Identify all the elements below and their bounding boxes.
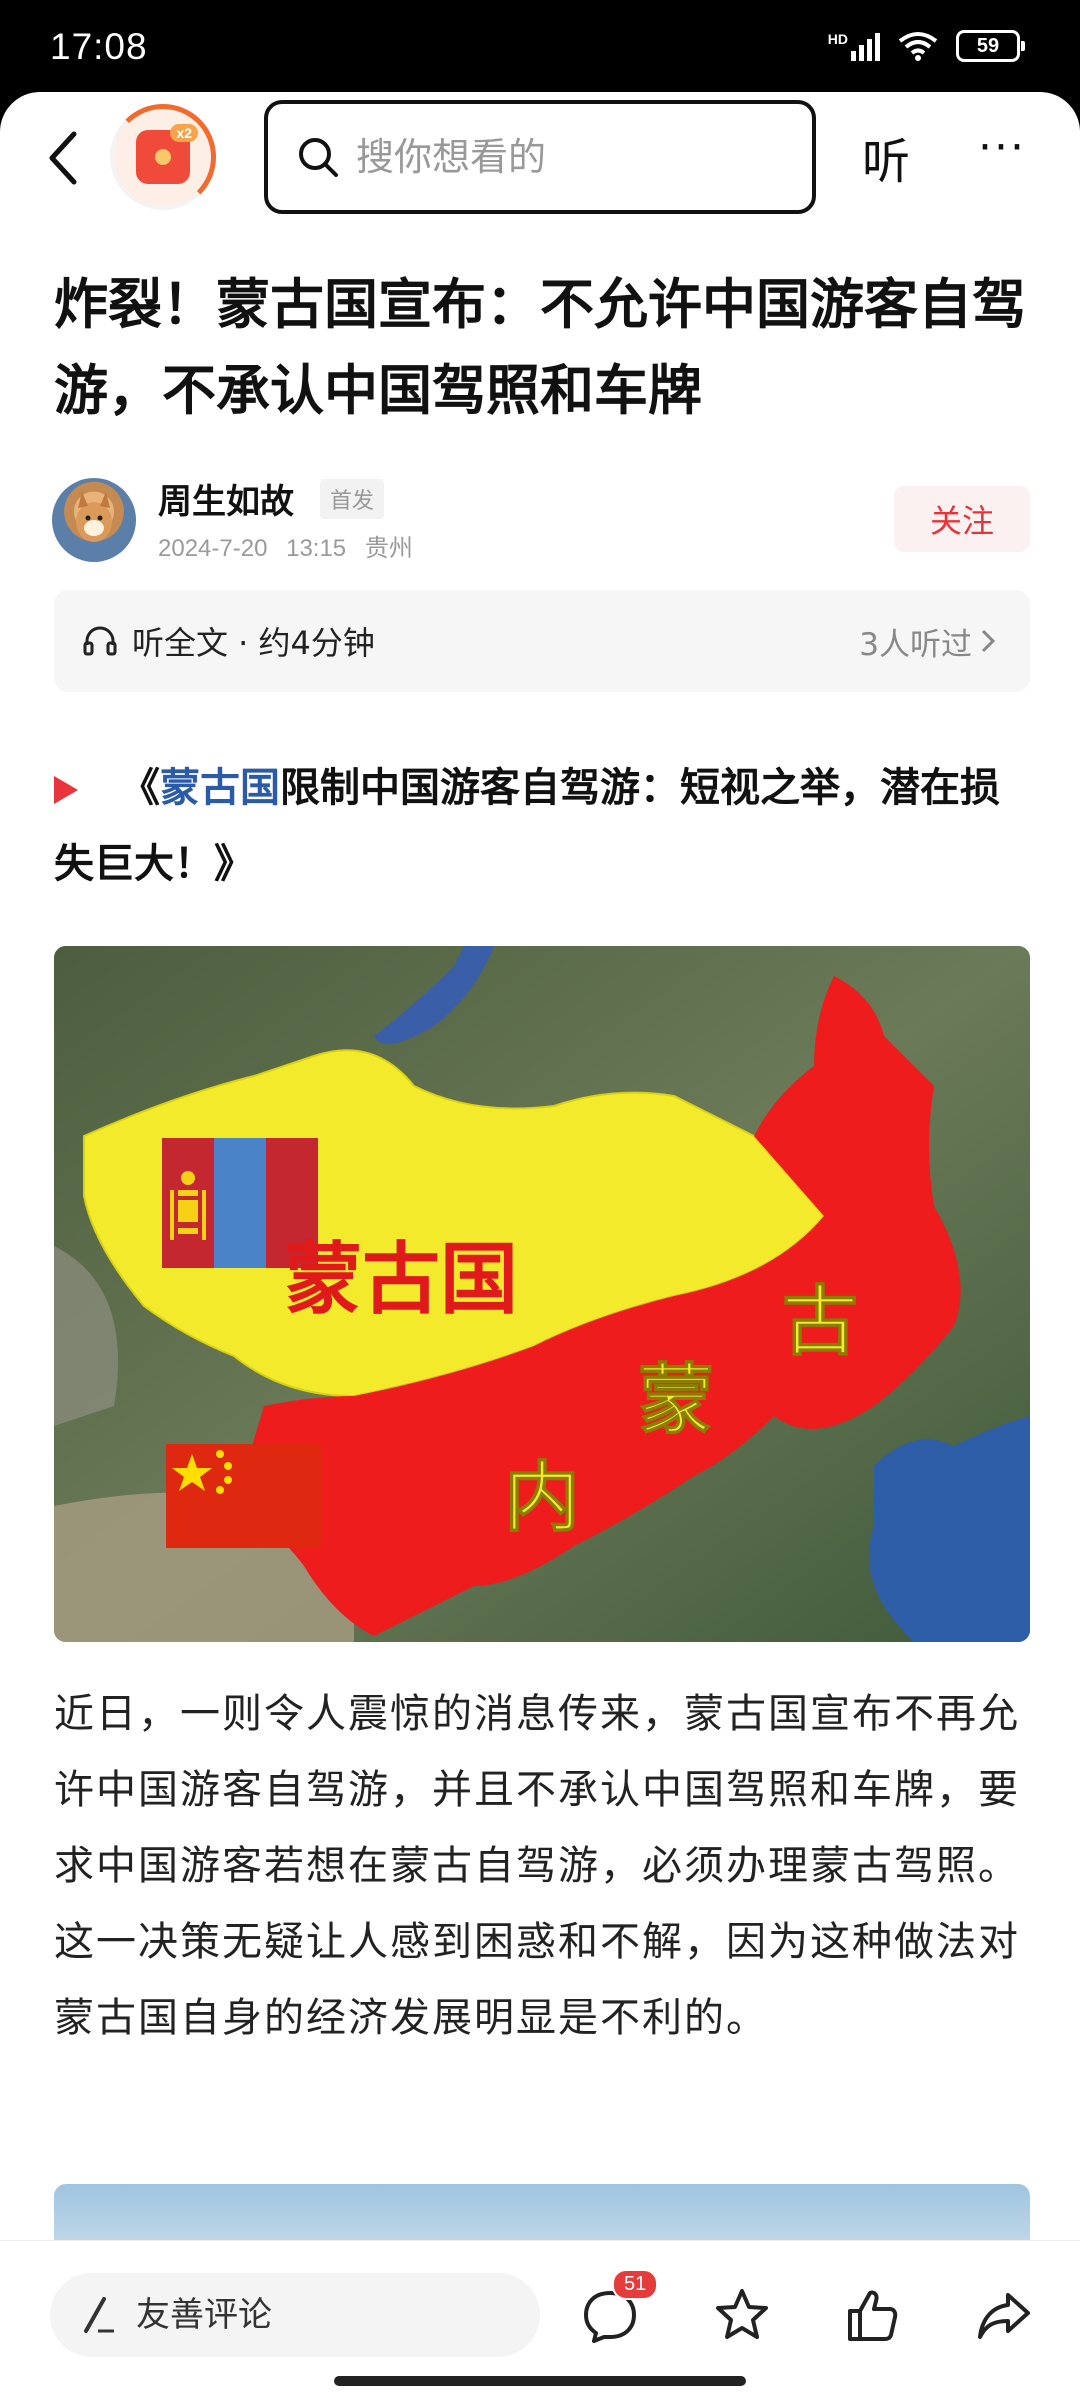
follow-button[interactable]: 关注 (894, 486, 1030, 552)
favorite-button[interactable] (710, 2283, 774, 2347)
multiplier-badge: x2 (170, 124, 198, 142)
status-time: 17:08 (50, 26, 148, 67)
signal-label: HD (827, 31, 848, 47)
like-button[interactable] (840, 2283, 904, 2347)
author-meta: 2024-7-20 13:15 贵州 (158, 528, 425, 563)
search-input[interactable] (356, 135, 776, 179)
author-avatar[interactable] (52, 478, 136, 562)
signal-icon: HD (828, 31, 880, 61)
play-triangle-icon (54, 776, 78, 804)
first-publish-tag: 首发 (320, 479, 385, 519)
search-icon (299, 138, 338, 177)
pencil-icon (84, 2297, 114, 2333)
back-icon[interactable] (44, 128, 84, 188)
article-title: 炸裂！蒙古国宣布：不允许中国游客自驾游，不承认中国驾照和车牌 (54, 273, 1026, 422)
quote-heading: 《蒙古国限制中国游客自驾游：短视之举，潜在损失巨大！》 (54, 750, 1034, 902)
comment-box[interactable] (50, 2273, 540, 2357)
article-sheet: x2 听 ··· 炸裂！蒙古国宣布：不允许中国游客自驾游，不承认中国驾照和车牌 … (0, 92, 1080, 2400)
publish-time: 13:15 (286, 535, 347, 562)
top-nav: x2 听 ··· (0, 92, 1080, 222)
share-icon (978, 2293, 1030, 2339)
search-bar[interactable] (264, 100, 816, 214)
map-label-inner-2: 蒙 (638, 1355, 714, 1444)
listen-full-text-label: 听全文 · 约4分钟 (132, 624, 375, 662)
reward-badge[interactable]: x2 (110, 104, 216, 210)
battery-level: 59 (976, 34, 1000, 57)
publish-date: 2024-7-20 (158, 535, 268, 562)
author-name[interactable]: 周生如故 (158, 474, 294, 523)
comments-button[interactable]: 51 (578, 2269, 659, 2347)
red-envelope-icon: x2 (136, 124, 198, 184)
comment-input[interactable] (136, 2295, 516, 2335)
map-label-mongolia: 蒙古国 (284, 1235, 518, 1325)
quote-open: 《 (120, 765, 160, 811)
status-bar: 17:08 HD 59 (0, 0, 1080, 98)
headphones-icon (83, 626, 117, 656)
quote-close: 》 (214, 841, 254, 887)
listener-count: 3人听过 (859, 619, 996, 664)
wifi-icon (898, 32, 938, 61)
share-button[interactable] (972, 2283, 1036, 2347)
map-label-inner-1: 内 (504, 1453, 580, 1542)
listen-full-text-bar[interactable]: 听全文 · 约4分钟 3人听过 (54, 590, 1030, 692)
listener-count-text: 3人听过 (859, 626, 972, 663)
more-button[interactable]: ··· (978, 122, 1026, 173)
publish-location: 贵州 (364, 535, 413, 562)
article-body-paragraph: 近日，一则令人震惊的消息传来，蒙古国宣布不再允许中国游客自驾游，并且不承认中国驾… (54, 1691, 1020, 2041)
chevron-right-icon (981, 629, 996, 653)
star-icon (716, 2289, 768, 2339)
home-indicator[interactable] (334, 2376, 746, 2386)
battery-icon: 59 (956, 30, 1025, 62)
listen-button[interactable]: 听 (862, 122, 910, 192)
mongolia-link[interactable]: 蒙古国 (160, 765, 280, 811)
status-icons: HD 59 (828, 30, 1025, 62)
article-map-image[interactable]: 蒙古国 内 蒙 古 (54, 946, 1030, 1642)
thumbs-up-icon (848, 2290, 898, 2341)
map-label-inner-3: 古 (782, 1277, 858, 1366)
comment-count-badge: 51 (612, 2269, 659, 2300)
